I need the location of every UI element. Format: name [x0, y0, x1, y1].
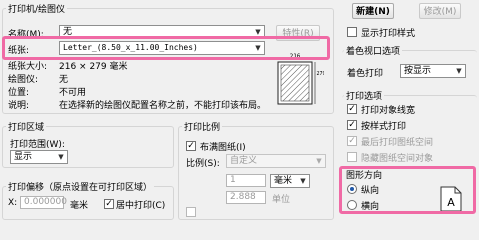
chevron-down-icon: ▼ [316, 157, 322, 165]
offset-x-label: X: [8, 198, 18, 208]
hide-paperspace-objects-label: 隐藏图纸空间对象 [361, 154, 434, 164]
plot-lineweights-label: 打印对象线宽 [361, 106, 416, 116]
modify-button[interactable]: 修改(M) [419, 3, 461, 19]
description-label: 说明: [8, 101, 30, 111]
chevron-down-icon: ▼ [300, 177, 306, 185]
hide-paperspace-objects-checkbox[interactable] [347, 152, 357, 162]
plot-range-select[interactable]: 显示 ▼ [10, 150, 68, 164]
show-plot-styles-checkbox[interactable] [347, 27, 357, 37]
plot-with-styles-checkbox[interactable]: ✓ [347, 120, 357, 130]
plot-scale-title: 打印比例 [182, 120, 223, 133]
shaded-viewport-title: 着色视口选项 [344, 44, 403, 57]
plotter-value: 无 [59, 75, 69, 85]
plot-area-title: 打印区域 [6, 120, 47, 133]
scale-unit-value: 毫米 [274, 176, 293, 186]
plotter-label: 绘图仪: [8, 75, 39, 85]
plot-range-label: 打印范围(W): [10, 140, 65, 150]
shade-plot-select[interactable]: 按显示 ▼ [400, 64, 466, 78]
where-value: 不可用 [59, 88, 87, 98]
scale-value: 自定义 [230, 156, 258, 166]
scale-select[interactable]: 自定义 ▼ [226, 154, 326, 168]
scale-lineweights-checkbox[interactable] [186, 207, 196, 217]
center-plot-checkbox[interactable]: ✓ [104, 199, 114, 209]
show-plot-styles-label: 显示打印样式 [361, 29, 416, 39]
fit-to-paper-checkbox[interactable]: ✓ [186, 141, 196, 151]
center-plot-label: 居中打印(C) [116, 201, 166, 211]
scale-drawing-units-input[interactable]: 2.888 [226, 191, 266, 204]
paper-preview: 216 279 [274, 53, 326, 105]
scale-units-label: 单位 [272, 195, 291, 205]
shade-plot-value: 按显示 [404, 66, 432, 76]
chevron-down-icon: ▼ [58, 153, 64, 161]
plot-options-title: 打印选项 [344, 89, 385, 102]
plot-paperspace-last-label: 最后打印图纸空间 [361, 138, 434, 148]
chevron-down-icon: ▼ [456, 67, 462, 75]
scale-label: 比例(S): [186, 159, 220, 169]
paper-highlight-box [2, 36, 330, 60]
orientation-highlight-box [339, 166, 476, 214]
preview-height-label: 279 [316, 71, 324, 77]
paper-preview-graphic: 216 279 [277, 53, 326, 105]
scale-paper-units-input[interactable]: 1 [226, 174, 266, 187]
offset-x-unit: 毫米 [70, 201, 89, 211]
plot-paperspace-last-checkbox[interactable]: ✓ [347, 136, 357, 146]
new-button[interactable]: 新建(N) [352, 3, 394, 19]
paper-size-dimensions: 216 × 279 毫米 [59, 62, 128, 72]
paper-size-label: 纸张大小: [8, 62, 48, 72]
plot-offset-title: 打印偏移（原点设置在可打印区域） [6, 180, 155, 193]
plot-lineweights-checkbox[interactable]: ✓ [347, 104, 357, 114]
where-label: 位置: [8, 88, 30, 98]
plot-range-value: 显示 [14, 152, 33, 162]
plot-with-styles-label: 按样式打印 [361, 122, 407, 132]
offset-x-input[interactable]: 0.000000 [20, 196, 67, 209]
scale-unit-select[interactable]: 毫米 ▼ [270, 174, 310, 188]
printer-plotter-title: 打印机/绘图仪 [6, 2, 68, 15]
fit-to-paper-label: 布满图纸(I) [200, 143, 246, 153]
description-value: 在选择新的绘图仪配置名称之前，不能打印该布局。 [59, 101, 267, 111]
shade-plot-label: 着色打印 [347, 69, 384, 79]
